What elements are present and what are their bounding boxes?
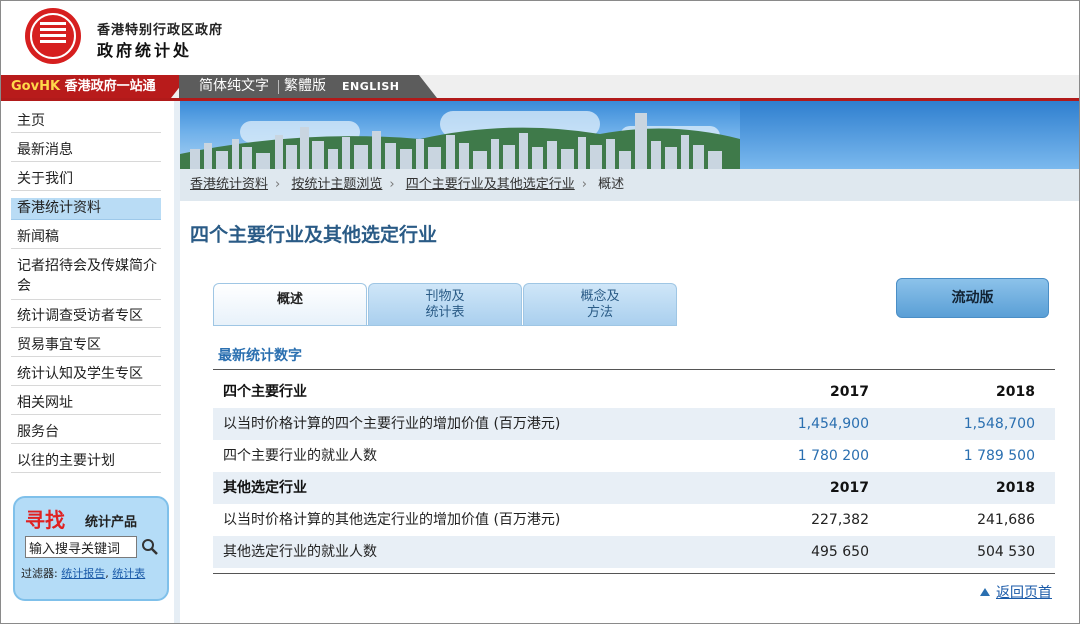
sidebar-item[interactable]: 统计认知及学生专区 (11, 364, 161, 386)
table-bottom-rule (213, 573, 1055, 574)
tab-publications[interactable]: 刊物及 统计表 (368, 283, 522, 326)
search-subtitle: 统计产品 (85, 515, 138, 530)
group1-header-2017: 2017 (830, 384, 869, 400)
table-row: 其他选定行业的就业人数 495 650 504 530 (213, 536, 1055, 568)
page-title: 四个主要行业及其他选定行业 (190, 224, 438, 246)
govhk-link[interactable]: GovHK 香港政府一站通 (1, 75, 171, 98)
row-label: 以当时价格计算的其他选定行业的增加价值 (百万港元) (223, 512, 561, 528)
row-label: 其他选定行业的就业人数 (223, 544, 377, 560)
row-value-2018-link[interactable]: 1 789 500 (964, 440, 1035, 472)
row-label: 四个主要行业的就业人数 (223, 448, 377, 464)
back-to-top[interactable]: 返回页首 (980, 582, 1052, 602)
tab-publications-label-line1: 刊物及 (425, 289, 465, 304)
breadcrumb-item-hk-statistics[interactable]: 香港统计资料 (190, 177, 268, 192)
group2-header-2017: 2017 (830, 480, 869, 496)
filter-label: 过滤器: (21, 567, 58, 580)
table-group-header: 其他选定行业 2017 2018 (213, 472, 1055, 504)
row-value-2017-link[interactable]: 1,454,900 (798, 408, 869, 440)
product-search-box: 寻找 统计产品 过滤器: 统计报告, 统计表 (13, 496, 169, 601)
latest-figures-heading: 最新统计数字 (218, 348, 302, 364)
row-value-2018: 241,686 (977, 512, 1035, 528)
tab-publications-label-line2: 统计表 (425, 305, 465, 320)
skyline-banner (180, 101, 1079, 169)
search-input[interactable] (25, 536, 137, 558)
row-value-2017-link[interactable]: 1 780 200 (798, 440, 869, 472)
sidebar-item[interactable]: 相关网址 (11, 393, 161, 415)
filter-tables-link[interactable]: 统计表 (112, 567, 145, 580)
table-row: 四个主要行业的就业人数 1 780 200 1 789 500 (213, 440, 1055, 472)
table-row: 以当时价格计算的四个主要行业的增加价值 (百万港元) 1,454,900 1,5… (213, 408, 1055, 440)
department-name: 政府统计处 (97, 41, 193, 60)
table-group-header: 四个主要行业 2017 2018 (213, 376, 1055, 408)
sidebar-item[interactable]: 以往的主要计划 (11, 451, 161, 473)
search-icon[interactable] (141, 538, 159, 556)
statistics-table: 四个主要行业 2017 2018 以当时价格计算的四个主要行业的增加价值 (百万… (213, 369, 1055, 568)
sidebar-item[interactable]: 新闻稿 (11, 227, 161, 249)
breadcrumb-item-industries[interactable]: 四个主要行业及其他选定行业 (406, 177, 575, 192)
sidebar-item[interactable]: 最新消息 (11, 140, 161, 162)
group2-header-2018: 2018 (996, 480, 1035, 496)
sidebar-item[interactable]: 服务台 (11, 422, 161, 444)
row-label: 以当时价格计算的四个主要行业的增加价值 (百万港元) (223, 416, 561, 432)
sidebar-item[interactable]: 香港统计资料 (11, 198, 161, 220)
lang-english-link[interactable]: ENGLISH (342, 75, 399, 98)
government-name: 香港特别行政区政府 (97, 23, 224, 38)
group1-header-2018: 2018 (996, 384, 1035, 400)
breadcrumb-item-browse-by-subject[interactable]: 按统计主题浏览 (291, 177, 382, 192)
govhk-label: 香港政府一站通 (64, 79, 156, 94)
up-arrow-icon (980, 588, 990, 596)
row-value-2017: 227,382 (811, 512, 869, 528)
sidebar: 主页最新消息关于我们香港统计资料 新闻稿记者招待会及传媒简介会统计调查受访者专区贸… (1, 101, 175, 623)
tab-concepts-label-line1: 概念及 (580, 289, 620, 304)
row-value-2018: 504 530 (977, 544, 1035, 560)
row-value-2018-link[interactable]: 1,548,700 (964, 408, 1035, 440)
city-skyline-image (180, 113, 740, 169)
group1-header-label: 四个主要行业 (223, 384, 307, 400)
site-header: 香港特别行政区政府 政府统计处 (1, 1, 1079, 75)
tab-overview[interactable]: 概述 (213, 283, 367, 326)
lang-simplified-text-link[interactable]: 简体纯文字 (199, 75, 269, 98)
search-title: 寻找 (25, 508, 65, 532)
top-nav-bar: GovHK 香港政府一站通 简体纯文字 繁體版 ENGLISH (1, 75, 1079, 101)
tab-overview-label: 概述 (276, 292, 303, 307)
logo-mark-icon (40, 22, 66, 50)
govhk-prefix: GovHK (11, 79, 61, 94)
lang-traditional-link[interactable]: 繁體版 (284, 75, 326, 98)
filter-reports-link[interactable]: 统计报告 (61, 567, 105, 580)
sidebar-item[interactable]: 记者招待会及传媒简介会 (11, 256, 161, 300)
mobile-version-button[interactable]: 流动版 (896, 278, 1049, 318)
tab-concepts-label-line2: 方法 (586, 305, 613, 320)
sidebar-item[interactable]: 贸易事宜专区 (11, 335, 161, 357)
tab-concepts-methods[interactable]: 概念及 方法 (523, 283, 677, 326)
row-value-2017: 495 650 (811, 544, 869, 560)
search-filter: 过滤器: 统计报告, 统计表 (21, 567, 146, 580)
back-to-top-link[interactable]: 返回页首 (996, 585, 1052, 601)
sidebar-item[interactable]: 主页 (11, 111, 161, 133)
group2-header-label: 其他选定行业 (223, 480, 307, 496)
sidebar-item[interactable]: 统计调查受访者专区 (11, 306, 161, 328)
breadcrumb: 香港统计资料 › 按统计主题浏览 › 四个主要行业及其他选定行业 › 概述 (180, 169, 1079, 201)
table-row: 以当时价格计算的其他选定行业的增加价值 (百万港元) 227,382 241,6… (213, 504, 1055, 536)
breadcrumb-item-current: 概述 (598, 177, 625, 192)
sidebar-item[interactable]: 关于我们 (11, 169, 161, 191)
census-department-logo[interactable] (25, 8, 81, 64)
